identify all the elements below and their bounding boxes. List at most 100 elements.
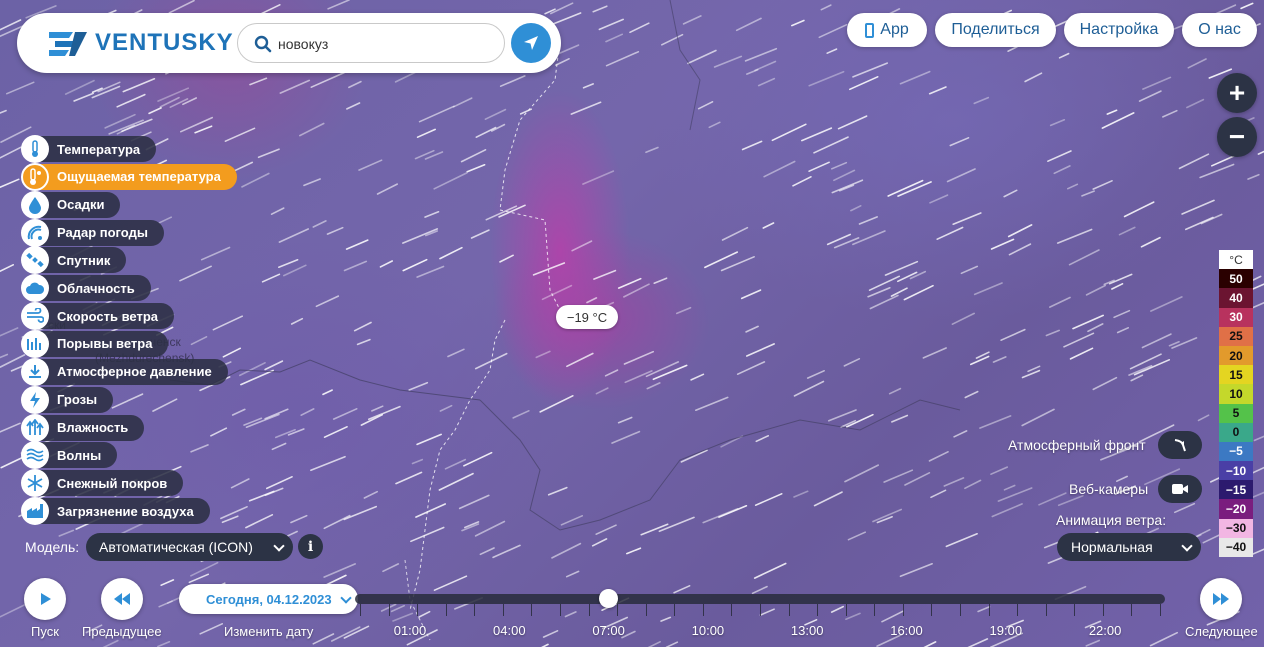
legend-value: −20: [1219, 499, 1253, 519]
model-select-value: Автоматическая (ICON): [99, 539, 253, 555]
timeline-tick: [845, 604, 847, 616]
locate-button[interactable]: [511, 23, 551, 63]
layer-item-label: Радар погоды: [57, 225, 148, 241]
layer-item-label: Снежный покров: [57, 475, 168, 491]
feels-like-icon: [21, 162, 49, 191]
timeline-hour-label[interactable]: 10:00: [692, 623, 725, 638]
radar-icon: [21, 218, 49, 247]
date-value: Сегодня, 04.12.2023: [206, 591, 332, 607]
timeline-track[interactable]: [355, 594, 1165, 604]
timeline-hour-label[interactable]: 01:00: [394, 623, 427, 638]
share-button[interactable]: Поделиться: [935, 13, 1056, 47]
layer-item[interactable]: Загрязнение воздуха: [21, 497, 210, 526]
next-label: Следующее: [1185, 624, 1258, 639]
chevron-down-icon: [273, 540, 285, 552]
timeline-tick: [388, 604, 390, 616]
legend-value: −15: [1219, 480, 1253, 500]
legend-value: 15: [1219, 365, 1253, 385]
model-select[interactable]: Автоматическая (ICON): [86, 533, 293, 561]
layer-item[interactable]: Ощущаемая температура: [21, 162, 237, 191]
layer-item[interactable]: Влажность: [21, 413, 145, 442]
timeline-tick: [1102, 604, 1104, 616]
chevron-down-icon: [1181, 540, 1193, 552]
layer-item[interactable]: Облачность: [21, 274, 151, 303]
ventusky-logo[interactable]: VENTUSKY: [45, 29, 234, 57]
settings-button-label: Настройка: [1079, 21, 1159, 38]
layer-item-label: Влажность: [57, 420, 129, 435]
search-box[interactable]: [237, 23, 505, 63]
front-icon: [1174, 439, 1186, 452]
timeline-tick: [960, 604, 961, 616]
phone-icon: [865, 22, 875, 38]
gusts-icon: [21, 329, 49, 358]
timeline-tick: [902, 604, 904, 616]
layer-item[interactable]: Волны: [21, 441, 118, 470]
change-date-label[interactable]: Изменить дату: [224, 624, 313, 639]
timeline-hour-label[interactable]: 22:00: [1089, 623, 1122, 638]
next-button[interactable]: [1200, 578, 1242, 620]
front-toggle-button[interactable]: [1158, 431, 1202, 459]
search-icon: [254, 35, 272, 53]
layer-item[interactable]: Грозы: [21, 385, 114, 414]
timeline-tick: [1017, 604, 1019, 616]
zoom-in-button[interactable]: +: [1217, 73, 1257, 113]
legend-value: 25: [1219, 326, 1253, 346]
timeline-tick: [817, 604, 819, 616]
timeline-hour-label[interactable]: 13:00: [791, 623, 824, 638]
waves-icon: [21, 441, 49, 470]
model-info-button[interactable]: i: [298, 534, 323, 559]
legend-value: 20: [1219, 345, 1253, 366]
layer-item-label: Загрязнение воздуха: [57, 503, 194, 519]
timeline-tick: [988, 604, 990, 616]
minus-icon: −: [1228, 121, 1246, 152]
raindrop-icon: [21, 190, 49, 219]
wind-animation-select[interactable]: Нормальная: [1057, 533, 1201, 561]
app-button[interactable]: App: [847, 13, 927, 47]
layer-item-label: Волны: [57, 447, 102, 463]
timeline-handle[interactable]: [599, 589, 618, 608]
layer-item-label: Облачность: [57, 280, 135, 296]
timeline-tick: [788, 604, 790, 616]
play-icon: [41, 593, 51, 605]
timeline-hour-label[interactable]: 04:00: [493, 623, 526, 638]
layer-item[interactable]: Осадки: [21, 190, 121, 219]
temperature-marker[interactable]: −19 °C: [556, 305, 618, 329]
timeline-tick: [474, 604, 476, 616]
legend-value: 40: [1219, 288, 1253, 308]
zoom-out-button[interactable]: −: [1217, 117, 1257, 157]
temperature-legend[interactable]: °C 50 40 30 25 20 15 10 5 0 −5 −10 −15 −20 −30 −40: [1219, 250, 1253, 557]
temperature-marker-value: −19 °C: [566, 309, 608, 325]
timeline-tick: [1131, 604, 1133, 616]
timeline-tick: [531, 604, 533, 616]
layer-item[interactable]: Порывы ветра: [21, 329, 169, 358]
legend-value: −5: [1219, 441, 1253, 462]
layer-item[interactable]: Атмосферное давление: [21, 357, 228, 386]
timeline-tick: [417, 604, 419, 616]
plus-icon: +: [1228, 77, 1246, 108]
layer-item-label: Атмосферное давление: [57, 364, 212, 380]
play-label: Пуск: [31, 624, 59, 639]
layer-item[interactable]: Снежный покров: [21, 469, 184, 498]
settings-button[interactable]: Настройка: [1064, 13, 1174, 47]
search-input[interactable]: [278, 33, 488, 55]
timeline-hour-label[interactable]: 19:00: [990, 623, 1023, 638]
about-button[interactable]: О нас: [1182, 13, 1257, 47]
timeline-tick: [588, 604, 590, 616]
layer-item[interactable]: Радар погоды: [21, 218, 164, 247]
previous-button[interactable]: [101, 578, 143, 620]
layer-item[interactable]: Скорость ветра: [21, 302, 174, 331]
layer-item[interactable]: Температура: [21, 135, 157, 163]
chevron-down-icon: [340, 592, 352, 604]
webcams-toggle-button[interactable]: [1158, 475, 1202, 503]
date-select[interactable]: Сегодня, 04.12.2023: [179, 584, 358, 614]
cloud-icon: [21, 274, 49, 303]
timeline-tick: [560, 604, 561, 616]
layer-item-label: Ощущаемая температура: [57, 169, 221, 185]
satellite-icon: [21, 246, 49, 275]
timeline-hour-label[interactable]: 16:00: [890, 623, 923, 638]
about-button-label: О нас: [1198, 21, 1241, 38]
layer-item[interactable]: Спутник: [21, 246, 127, 275]
timeline-hour-label[interactable]: 07:00: [592, 623, 625, 638]
play-button[interactable]: [24, 578, 66, 620]
timeline-tick: [1160, 604, 1161, 616]
